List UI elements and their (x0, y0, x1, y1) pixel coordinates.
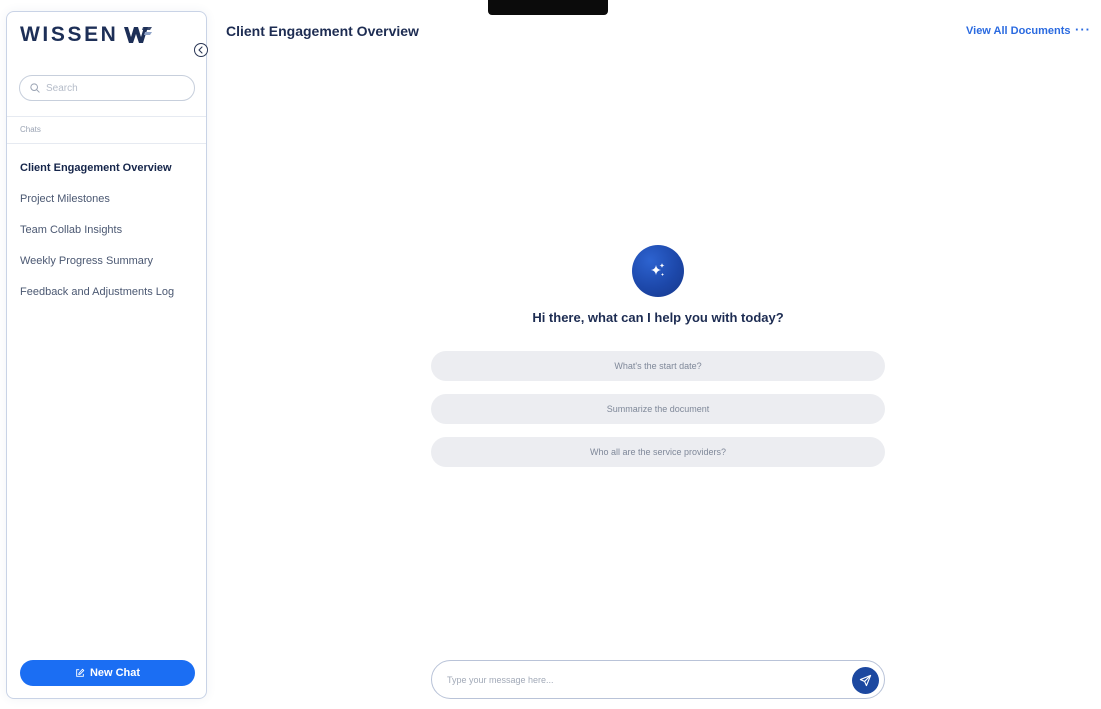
new-chat-label: New Chat (89, 667, 141, 679)
suggestion-chip[interactable]: Who all are the service providers? (431, 437, 885, 467)
sidebar-divider (7, 116, 206, 117)
greeting-heading: Hi there, what can I help you with today… (532, 310, 784, 325)
brand-logo: WISSEN (20, 23, 153, 47)
search-input[interactable] (46, 82, 176, 94)
chats-section-label: Chats (20, 125, 41, 134)
view-all-documents-link[interactable]: View All Documents (966, 25, 1071, 37)
chat-item-client-engagement-overview[interactable]: Client Engagement Overview (20, 160, 200, 191)
chat-item-team-collab-insights[interactable]: Team Collab Insights (20, 222, 200, 253)
brand-name: WISSEN (20, 23, 119, 46)
chat-item-project-milestones[interactable]: Project Milestones (20, 191, 200, 222)
sparkles-icon (651, 263, 665, 276)
chat-list: Client Engagement Overview Project Miles… (20, 160, 200, 315)
message-composer (431, 660, 885, 699)
chevron-left-icon (198, 46, 203, 54)
suggestion-chip[interactable]: Summarize the document (431, 394, 885, 424)
edit-icon (76, 668, 85, 677)
sidebar: WISSEN Chats Client Engagement Overview … (6, 11, 207, 699)
chat-item-weekly-progress-summary[interactable]: Weekly Progress Summary (20, 253, 200, 284)
send-button[interactable] (852, 667, 879, 694)
more-options-button[interactable]: ··· (1075, 22, 1091, 37)
search-box[interactable] (19, 75, 195, 101)
new-chat-button[interactable]: New Chat (20, 660, 195, 686)
chat-item-feedback-and-adjustments-log[interactable]: Feedback and Adjustments Log (20, 284, 200, 315)
search-icon (30, 83, 40, 93)
sidebar-divider (7, 143, 206, 144)
collapse-sidebar-button[interactable] (194, 43, 208, 57)
camera-notch (488, 0, 608, 15)
send-icon (859, 674, 872, 687)
assistant-avatar (632, 245, 684, 297)
page-title: Client Engagement Overview (226, 23, 419, 39)
suggestion-chip[interactable]: What's the start date? (431, 351, 885, 381)
brand-logo-mark (124, 27, 153, 43)
message-input[interactable] (447, 674, 827, 685)
